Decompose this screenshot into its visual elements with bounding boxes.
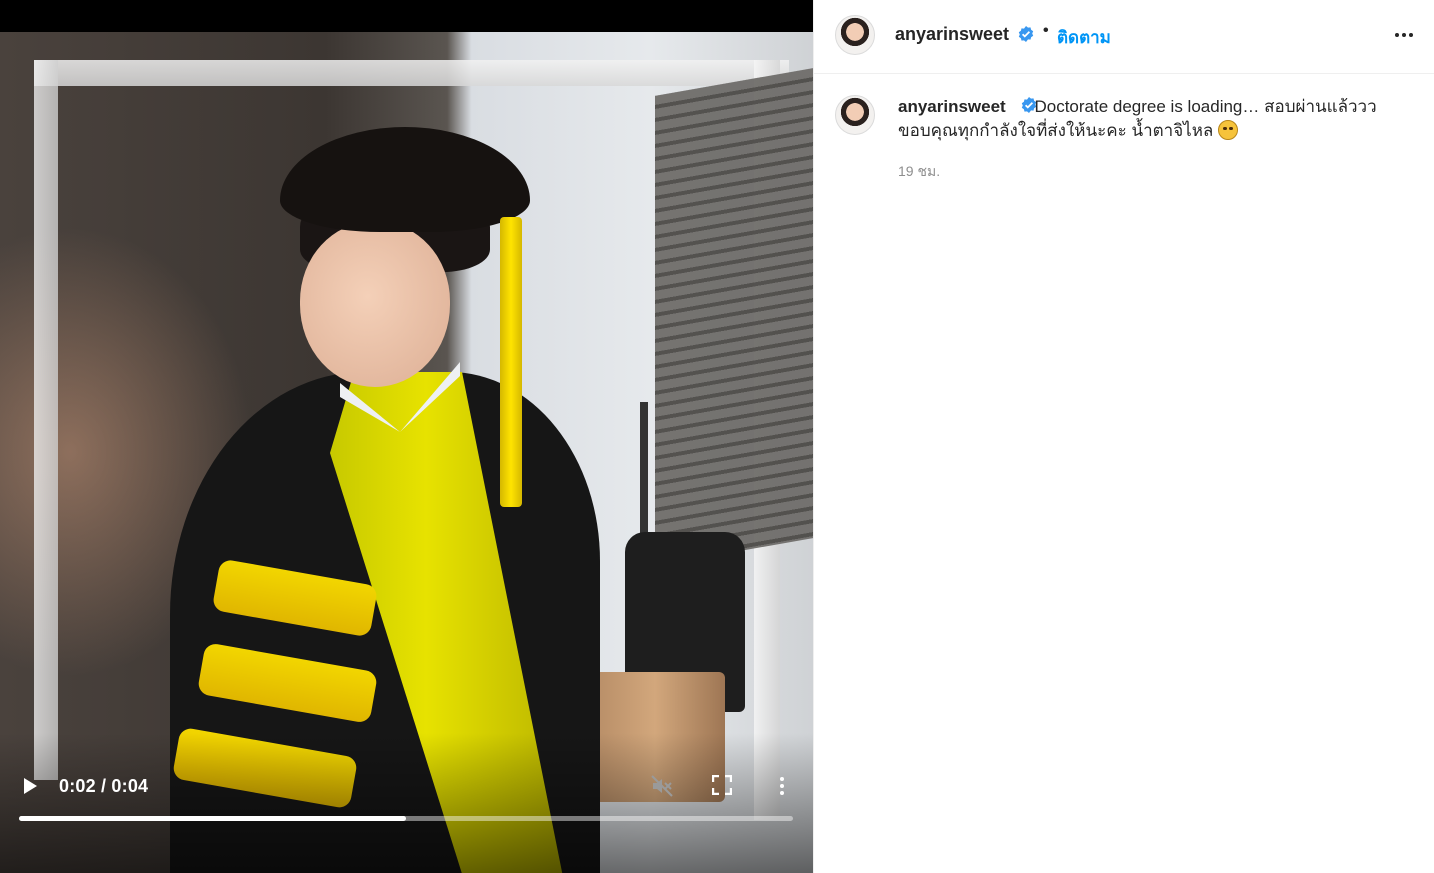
video-pane: 0:02 / 0:04 — [0, 0, 813, 873]
pensive-face-emoji — [1218, 120, 1239, 140]
doctoral-cap — [280, 127, 530, 232]
post-caption: anyarinsweet Doctorate degree is loading… — [898, 95, 1408, 143]
video-progress-bar[interactable] — [19, 816, 793, 821]
video-time: 0:02 / 0:04 — [59, 776, 149, 796]
window-blinds — [655, 68, 813, 566]
post-header: anyarinsweet • ติดตาม — [814, 0, 1434, 74]
video-controls: 0:02 / 0:04 — [0, 765, 813, 835]
fullscreen-icon[interactable] — [712, 775, 732, 795]
caption-text-line1: Doctorate degree is loading… สอบผ่านแล้ว… — [1034, 97, 1377, 116]
video-progress-fill — [19, 816, 406, 821]
verified-badge-icon — [1018, 26, 1034, 42]
cap-tassel — [500, 217, 522, 507]
play-icon[interactable] — [20, 775, 40, 797]
avatar[interactable] — [835, 15, 875, 55]
caption-username[interactable]: anyarinsweet — [898, 97, 1006, 116]
vertical-dots-icon[interactable] — [772, 774, 792, 798]
backdrop-frame — [34, 60, 789, 86]
instagram-post-page: 0:02 / 0:04 anyarinsweet • ติดตาม anyari… — [0, 0, 1434, 873]
face — [300, 222, 450, 387]
header-username[interactable]: anyarinsweet — [895, 24, 1009, 45]
more-options-icon[interactable] — [1392, 22, 1416, 46]
caption-text-line2: ขอบคุณทุกกำลังใจที่ส่งให้นะคะ น้ำตาจิไหล — [898, 121, 1214, 140]
post-details-panel: anyarinsweet • ติดตาม anyarinsweet Docto… — [813, 0, 1434, 873]
separator-dot: • — [1043, 22, 1049, 39]
backdrop-frame — [34, 60, 58, 780]
post-timestamp[interactable]: 19 ชม. — [898, 161, 940, 183]
follow-button[interactable]: ติดตาม — [1057, 24, 1111, 51]
muted-speaker-icon[interactable] — [650, 774, 674, 798]
caption-avatar[interactable] — [835, 95, 875, 135]
